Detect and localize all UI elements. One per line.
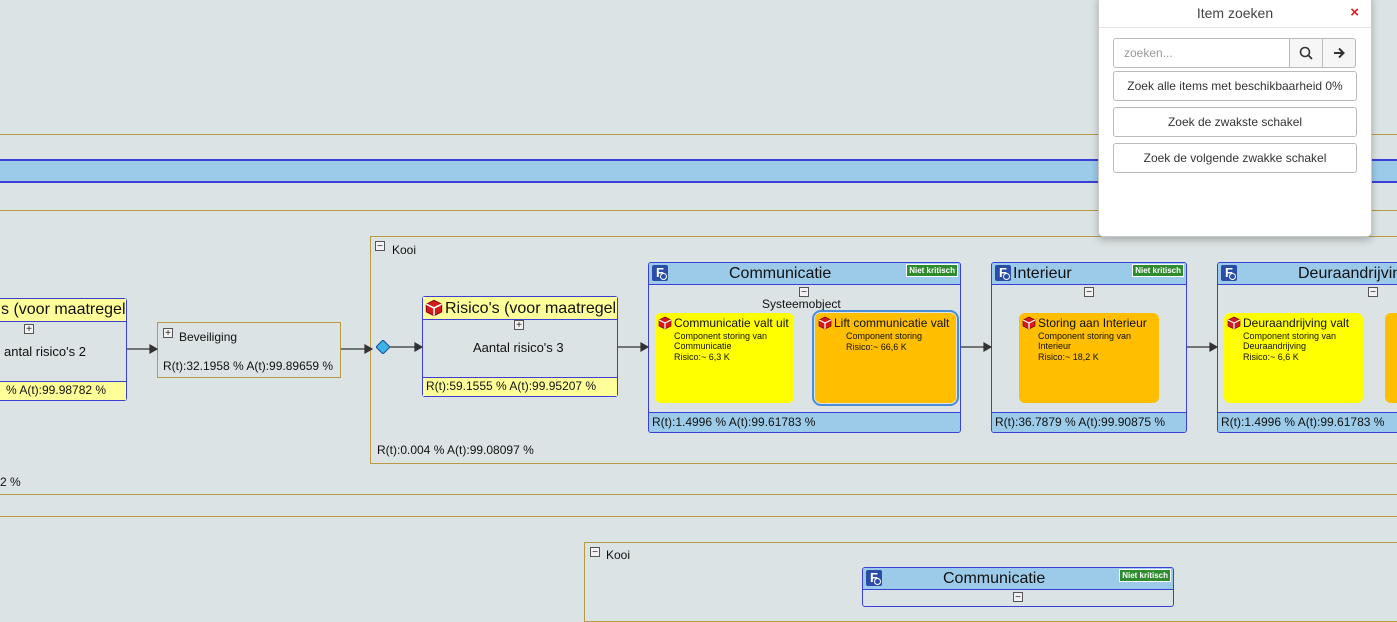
system-stats: R(t):36.7879 % A(t):99.90875 % bbox=[992, 412, 1186, 432]
find-next-weak-link-button[interactable]: Zoek de volgende zwakke schakel bbox=[1113, 143, 1357, 173]
collapse-toggle[interactable]: − bbox=[1084, 287, 1094, 298]
item-search-dialog: Item zoeken × Zoek alle items met beschi… bbox=[1098, 0, 1372, 237]
risk-node-title: s (voor maatregel bbox=[0, 299, 126, 322]
collapse-toggle[interactable]: − bbox=[1013, 592, 1023, 603]
risk-node[interactable]: Risico's (voor maatregel + Aantal risico… bbox=[422, 296, 618, 397]
component-risk: Risico:~ 6,6 K bbox=[1243, 352, 1299, 362]
status-badge: Niet kritisch bbox=[906, 264, 958, 277]
next-button[interactable] bbox=[1322, 38, 1356, 68]
component-title: Storing aan Interieur bbox=[1038, 316, 1147, 330]
component-node[interactable]: Deuraandrijving valt Component storing v… bbox=[1224, 313, 1363, 403]
component-risk: Risico:~ 18,2 K bbox=[1038, 352, 1099, 362]
risk-cube-icon bbox=[1227, 316, 1241, 330]
component-node[interactable]: Storing aan Interieur Component storing … bbox=[1019, 313, 1159, 403]
collapse-toggle[interactable]: − bbox=[799, 287, 809, 298]
group-label: Kooi bbox=[606, 548, 631, 562]
search-input[interactable] bbox=[1113, 38, 1290, 68]
function-icon: F bbox=[995, 265, 1011, 281]
system-node-deuraandrijving[interactable]: F Deuraandrijvin − Deuraandrijving valt … bbox=[1217, 262, 1397, 433]
system-node-interieur[interactable]: F Interieur Niet kritisch − Storing aan … bbox=[991, 262, 1187, 433]
component-desc: Component storing bbox=[846, 331, 923, 341]
component-title: Lift communicatie valt bbox=[834, 316, 950, 330]
component-node-selected[interactable]: Lift communicatie valt Component storing… bbox=[812, 310, 959, 406]
system-header: F Communicatie Niet kritisch bbox=[863, 568, 1173, 590]
outer-group-stats: 2 % bbox=[0, 475, 21, 489]
system-header: F Deuraandrijvin bbox=[1218, 263, 1397, 285]
search-bar bbox=[1113, 38, 1358, 68]
component-desc: Component storing van Deuraandrijving bbox=[1243, 331, 1337, 351]
system-header: F Interieur Niet kritisch bbox=[992, 263, 1186, 285]
system-header: F Communicatie Niet kritisch bbox=[649, 263, 960, 285]
risk-node[interactable]: s (voor maatregel + antal risico's 2 % A… bbox=[0, 298, 127, 401]
system-stats: R(t):1.4996 % A(t):99.61783 % bbox=[649, 412, 960, 432]
system-title: Communicatie bbox=[943, 570, 1046, 587]
expand-toggle[interactable]: + bbox=[24, 324, 34, 335]
junction-diamond-icon[interactable] bbox=[375, 339, 391, 355]
risk-node-title: Risico's (voor maatregel bbox=[445, 299, 617, 317]
function-icon: F bbox=[866, 570, 882, 586]
system-subtitle: Systeemobject bbox=[762, 297, 841, 311]
status-badge: Niet kritisch bbox=[1132, 264, 1184, 277]
component-risk: Risico:~ 66,6 K bbox=[846, 342, 907, 352]
risk-count: antal risico's 2 bbox=[4, 344, 86, 359]
risk-cube-icon bbox=[818, 316, 832, 330]
function-icon: F bbox=[1221, 265, 1237, 281]
system-stats: R(t):1.4996 % A(t):99.61783 % bbox=[1218, 412, 1397, 432]
function-icon: F bbox=[652, 265, 668, 281]
group-stats: R(t):0.004 % A(t):99.08097 % bbox=[377, 443, 534, 457]
component-desc: Component storing van Communicatie bbox=[674, 331, 768, 351]
status-badge: Niet kritisch bbox=[1119, 569, 1171, 582]
system-title: Interieur bbox=[1013, 265, 1072, 282]
collapse-toggle[interactable]: − bbox=[375, 241, 385, 252]
component-node[interactable]: Communicatie valt uit Component storing … bbox=[655, 313, 794, 403]
system-node-communicatie-bottom[interactable]: F Communicatie Niet kritisch − bbox=[862, 567, 1174, 607]
component-title: Deuraandrijving valt bbox=[1243, 316, 1350, 330]
arrow-right-icon bbox=[1334, 47, 1345, 59]
component-title: Communicatie valt uit bbox=[674, 316, 789, 330]
collapse-toggle[interactable]: − bbox=[590, 547, 600, 558]
system-node-communicatie[interactable]: F Communicatie Niet kritisch − Systeemob… bbox=[648, 262, 961, 433]
find-zero-availability-button[interactable]: Zoek alle items met beschikbaarheid 0% bbox=[1113, 71, 1357, 101]
expand-toggle[interactable]: + bbox=[514, 320, 524, 331]
beveiliging-node[interactable]: + Beveiliging R(t):32.1958 % A(t):99.896… bbox=[157, 322, 341, 378]
risk-cube-icon bbox=[658, 316, 672, 330]
risk-node-stats: % A(t):99.98782 % bbox=[0, 381, 126, 400]
risk-node-header: Risico's (voor maatregel bbox=[423, 297, 617, 320]
find-weakest-link-button[interactable]: Zoek de zwakste schakel bbox=[1113, 107, 1357, 137]
risk-cube-icon bbox=[1022, 316, 1036, 330]
close-icon[interactable]: × bbox=[1350, 5, 1359, 21]
collapse-toggle[interactable]: − bbox=[1368, 287, 1378, 298]
risk-cube-icon bbox=[425, 299, 443, 317]
dialog-title: Item zoeken bbox=[1099, 1, 1371, 28]
component-node[interactable] bbox=[1385, 313, 1397, 403]
group-label: Kooi bbox=[392, 243, 417, 257]
system-title: Communicatie bbox=[729, 265, 832, 282]
group-border-line bbox=[0, 494, 1397, 495]
risk-count: Aantal risico's 3 bbox=[473, 340, 564, 355]
component-desc: Component storing van Interieur bbox=[1038, 331, 1132, 351]
node-stats: R(t):32.1958 % A(t):99.89659 % bbox=[163, 359, 334, 373]
group-border-line bbox=[0, 516, 1397, 517]
expand-toggle[interactable]: + bbox=[163, 328, 173, 339]
component-risk: Risico:~ 6,3 K bbox=[674, 352, 730, 362]
search-button[interactable] bbox=[1289, 38, 1323, 68]
search-icon bbox=[1299, 46, 1313, 60]
risk-node-stats: R(t):59.1555 % A(t):99.95207 % bbox=[423, 377, 617, 396]
node-label: Beveiliging bbox=[179, 330, 238, 344]
system-title: Deuraandrijvin bbox=[1298, 265, 1397, 282]
